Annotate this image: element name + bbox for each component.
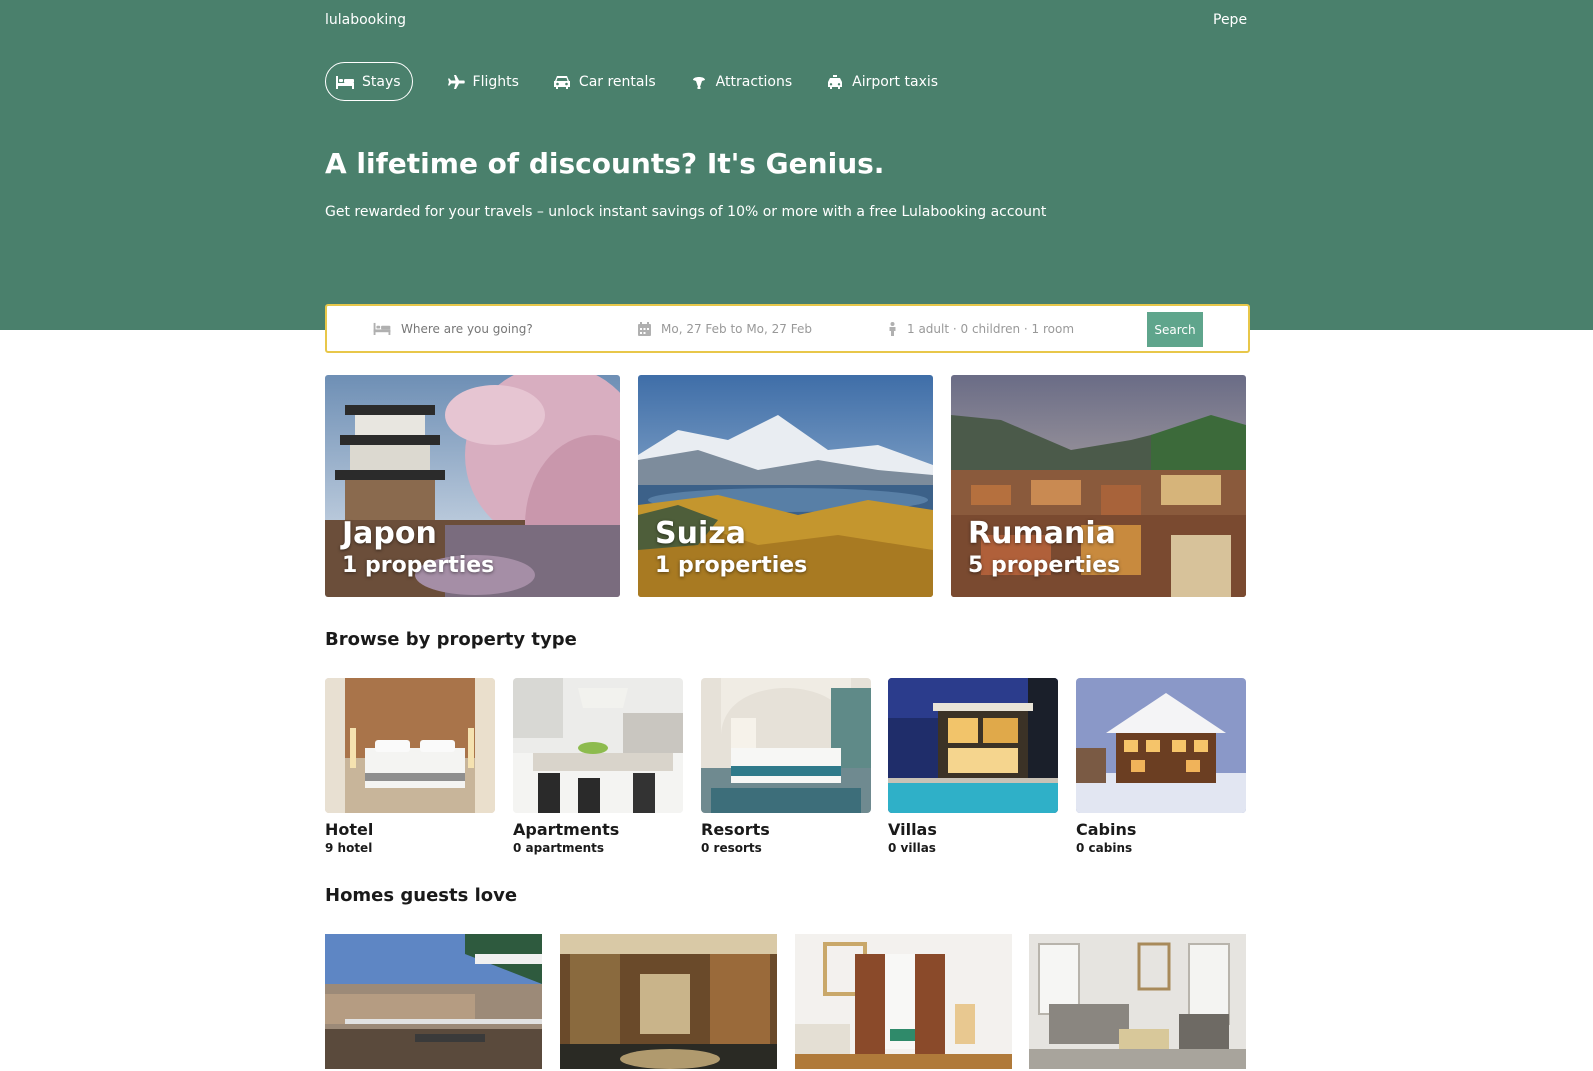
nav-attractions[interactable]: Attractions	[690, 62, 792, 101]
nav-stays-label: Stays	[362, 73, 401, 90]
home-photo	[325, 934, 542, 1069]
nav-stays[interactable]: Stays	[325, 62, 413, 101]
home-card[interactable]	[795, 934, 1012, 1069]
hero-subtitle: Get rewarded for your travels – unlock i…	[325, 204, 1047, 220]
plane-icon	[447, 74, 465, 89]
nav-flights[interactable]: Flights	[447, 62, 519, 101]
cabins-photo	[1076, 678, 1246, 813]
header-banner: lulabooking Pepe Stays Flights Car renta…	[0, 0, 1593, 330]
hotel-photo	[325, 678, 495, 813]
destination-name: Rumania	[968, 516, 1116, 551]
home-photo	[560, 934, 777, 1069]
property-type-count: 0 apartments	[513, 841, 605, 855]
property-type-villas[interactable]: Villas 0 villas	[888, 678, 1058, 855]
nav-flights-label: Flights	[472, 73, 519, 90]
property-type-count: 0 cabins	[1076, 841, 1133, 855]
nav-car-rentals-label: Car rentals	[578, 73, 656, 90]
destination-count: 1 properties	[655, 553, 808, 578]
destination-count: 5 properties	[968, 553, 1121, 578]
calendar-icon	[638, 321, 651, 336]
homes-section-title: Homes guests love	[325, 885, 518, 906]
attraction-icon	[692, 76, 705, 89]
car-icon	[553, 75, 570, 89]
search-bar: Where are you going? Mo, 27 Feb to Mo, 2…	[325, 304, 1250, 353]
featured-destination-suiza[interactable]: Suiza 1 properties	[638, 375, 933, 597]
property-type-name: Apartments	[513, 820, 620, 839]
destination-name: Japon	[342, 516, 437, 551]
hero-title: A lifetime of discounts? It's Genius.	[325, 147, 885, 180]
bed-icon	[373, 322, 391, 335]
destination-field[interactable]: Where are you going?	[373, 306, 533, 351]
date-range-field[interactable]: Mo, 27 Feb to Mo, 27 Feb	[638, 306, 812, 351]
search-button[interactable]: Search	[1147, 312, 1203, 347]
destination-name: Suiza	[655, 516, 746, 551]
apartments-photo	[513, 678, 683, 813]
featured-destination-rumania[interactable]: Rumania 5 properties	[951, 375, 1246, 597]
home-photo	[795, 934, 1012, 1069]
date-range-value: Mo, 27 Feb to Mo, 27 Feb	[661, 321, 812, 336]
property-type-name: Cabins	[1076, 820, 1137, 839]
property-type-count: 0 resorts	[701, 841, 762, 855]
main-nav: Stays Flights Car rentals Attractions Ai…	[325, 62, 972, 101]
property-type-cabins[interactable]: Cabins 0 cabins	[1076, 678, 1246, 855]
user-name[interactable]: Pepe	[1213, 12, 1247, 28]
logo[interactable]: lulabooking	[325, 12, 406, 28]
home-photo	[1029, 934, 1246, 1069]
property-type-count: 0 villas	[888, 841, 936, 855]
home-card[interactable]	[560, 934, 777, 1069]
guests-value: 1 adult · 0 children · 1 room	[907, 321, 1075, 336]
property-type-title: Browse by property type	[325, 629, 577, 650]
property-type-resorts[interactable]: Resorts 0 resorts	[701, 678, 871, 855]
home-card[interactable]	[325, 934, 542, 1069]
nav-airport-taxis-label: Airport taxis	[852, 73, 939, 90]
villas-photo	[888, 678, 1058, 813]
guests-field[interactable]: 1 adult · 0 children · 1 room	[888, 306, 1074, 351]
nav-car-rentals[interactable]: Car rentals	[553, 62, 656, 101]
destination-count: 1 properties	[342, 553, 495, 578]
person-icon	[889, 321, 896, 336]
destination-placeholder: Where are you going?	[401, 321, 533, 336]
taxi-icon	[828, 74, 843, 89]
nav-airport-taxis[interactable]: Airport taxis	[826, 62, 938, 101]
property-type-name: Resorts	[701, 820, 770, 839]
property-type-name: Hotel	[325, 820, 374, 839]
resorts-photo	[701, 678, 871, 813]
property-type-apartments[interactable]: Apartments 0 apartments	[513, 678, 683, 855]
featured-destination-japon[interactable]: Japon 1 properties	[325, 375, 620, 597]
home-card[interactable]	[1029, 934, 1246, 1069]
property-type-count: 9 hotel	[325, 841, 373, 855]
property-type-hotel[interactable]: Hotel 9 hotel	[325, 678, 495, 855]
property-type-name: Villas	[888, 820, 937, 839]
nav-attractions-label: Attractions	[715, 73, 793, 90]
bed-icon	[336, 75, 354, 89]
